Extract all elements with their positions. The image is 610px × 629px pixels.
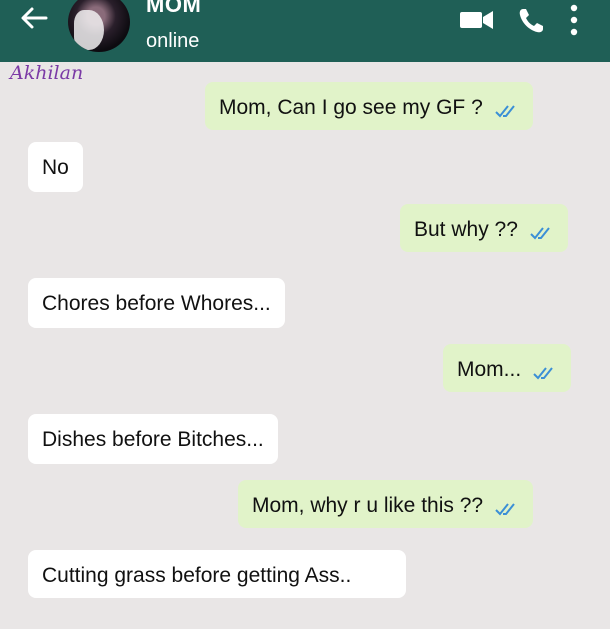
video-call-icon[interactable] <box>456 6 496 34</box>
message-text: Cutting grass before getting Ass.. <box>42 564 352 587</box>
message-incoming[interactable]: Chores before Whores... <box>28 278 285 328</box>
message-incoming[interactable]: No <box>28 142 83 192</box>
message-incoming[interactable]: Dishes before Bitches... <box>28 414 278 464</box>
message-text: No <box>42 156 69 179</box>
double-check-icon <box>495 503 515 516</box>
message-text: Mom... <box>457 358 522 381</box>
avatar[interactable] <box>68 0 130 52</box>
message-text: Chores before Whores... <box>42 292 271 315</box>
message-text: Mom, why r u like this ?? <box>252 494 484 517</box>
message-outgoing[interactable]: But why ?? <box>400 204 568 252</box>
double-check-icon <box>495 105 515 118</box>
contact-name[interactable]: MOM <box>146 0 201 18</box>
watermark-signature: Akhilan <box>10 62 84 84</box>
voice-call-icon[interactable] <box>516 6 546 36</box>
message-text: Mom, Can I go see my GF ? <box>219 96 483 119</box>
more-options-icon[interactable] <box>566 2 582 40</box>
back-arrow-icon[interactable] <box>18 4 50 32</box>
message-incoming[interactable]: Cutting grass before getting Ass.. <box>28 550 406 598</box>
message-outgoing[interactable]: Mom, why r u like this ?? <box>238 480 534 528</box>
message-outgoing[interactable]: Mom... <box>443 344 572 392</box>
message-text: Dishes before Bitches... <box>42 428 264 451</box>
contact-status: online <box>146 30 200 52</box>
message-text: But why ?? <box>414 218 518 241</box>
message-outgoing[interactable]: Mom, Can I go see my GF ? <box>205 82 533 130</box>
chat-header: MOM online <box>0 0 610 62</box>
double-check-icon <box>533 367 553 380</box>
double-check-icon <box>530 227 550 240</box>
